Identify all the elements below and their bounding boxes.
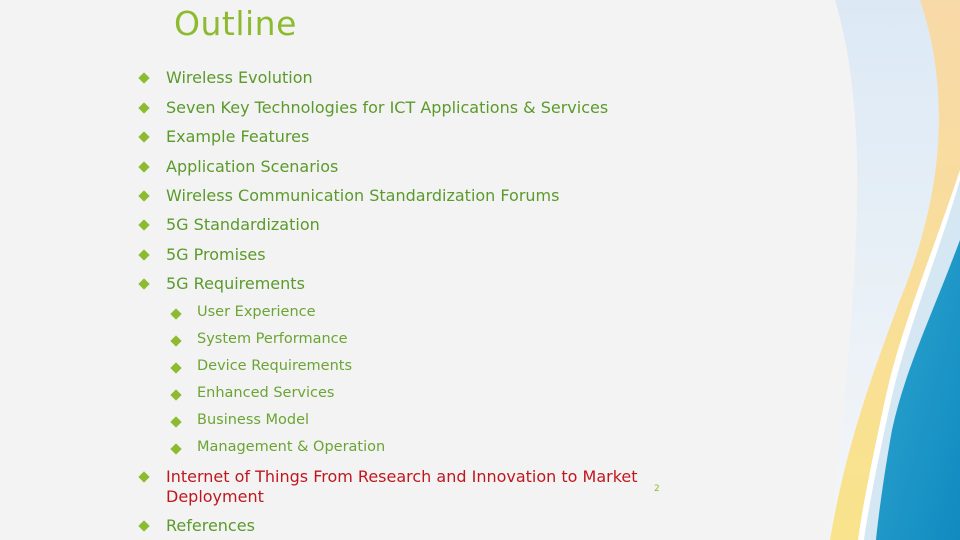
outline-item: Seven Key Technologies for ICT Applicati… — [166, 98, 609, 117]
outline-item: Wireless Communication Standardization F… — [166, 186, 560, 205]
outline-subitem: User Experience — [197, 304, 316, 320]
outline-subitem: System Performance — [197, 331, 348, 347]
outline-item: 5G Promises — [166, 245, 266, 264]
outline-item: References — [166, 516, 255, 535]
outline-subitem: Enhanced Services — [197, 385, 335, 401]
outline-item: Internet of Things From Research and Inn… — [166, 467, 638, 506]
outline-item: Wireless Evolution — [166, 68, 313, 87]
outline-item: Example Features — [166, 127, 310, 146]
outline-item: 5G Requirements — [166, 274, 305, 293]
outline-subitem: Device Requirements — [197, 358, 353, 374]
outline-item: 5G Standardization — [166, 215, 320, 234]
page-number: 2 — [654, 484, 660, 494]
outline-item: Application Scenarios — [166, 157, 339, 176]
slide-title: Outline — [174, 4, 297, 43]
outline-subitem: Business Model — [197, 412, 310, 428]
outline-subitem: Management & Operation — [197, 439, 386, 455]
